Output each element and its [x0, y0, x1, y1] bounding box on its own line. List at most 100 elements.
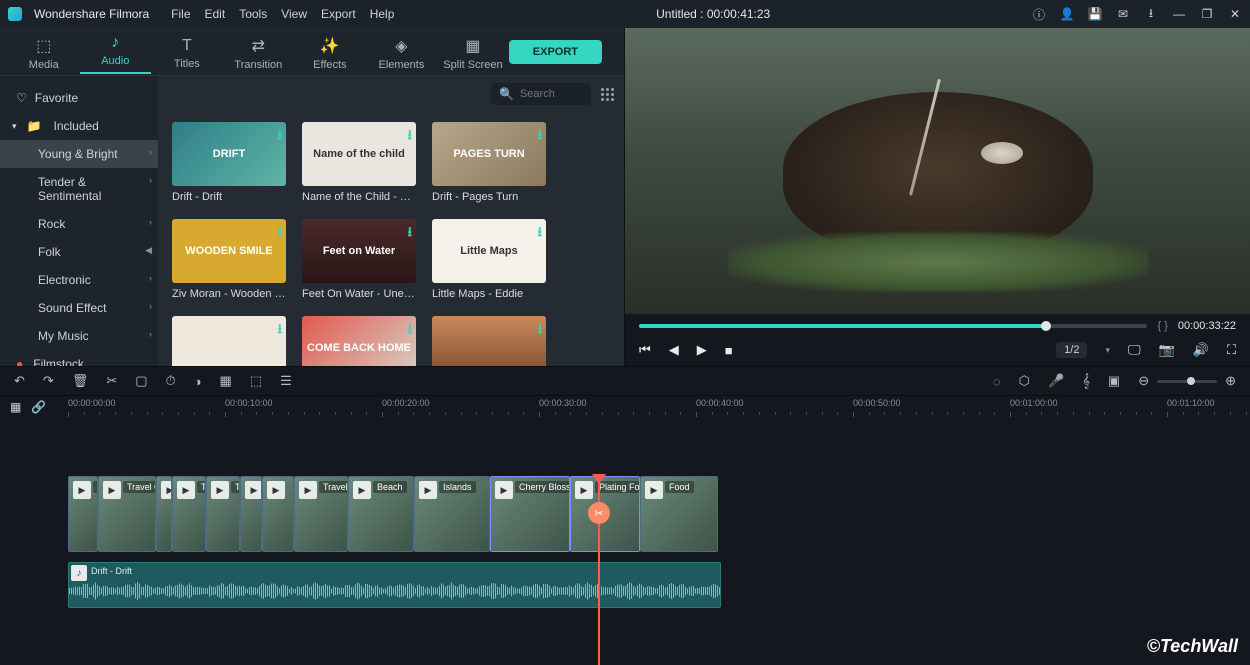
asset-card[interactable]: Name of the child⭳Name of the Child - Mo…	[302, 122, 416, 203]
tab-audio[interactable]: ♪Audio	[80, 30, 152, 74]
step-back-button[interactable]: ◀	[669, 342, 679, 358]
minimize-icon[interactable]: —	[1172, 7, 1186, 21]
fullscreen-icon[interactable]: ⛶	[1227, 342, 1236, 358]
picture-button[interactable]: ▣	[1108, 373, 1120, 389]
asset-card[interactable]: WOODEN SMILE⭳Ziv Moran - Wooden Smi…	[172, 219, 286, 300]
zoom-in-button[interactable]: ⊕	[1225, 373, 1236, 389]
video-clip[interactable]: ▶	[156, 476, 172, 552]
video-clip[interactable]: ▶Tra	[68, 476, 98, 552]
sidebar-item-young-bright[interactable]: Young & Bright›	[0, 140, 158, 168]
mixer-button[interactable]: 𝄞	[1082, 373, 1090, 389]
download-icon[interactable]: ⭳	[277, 223, 282, 245]
preview-scrubber[interactable]	[639, 324, 1147, 328]
volume-icon[interactable]: 🔊	[1193, 342, 1209, 358]
video-clip[interactable]: ▶Tr	[206, 476, 240, 552]
video-clip[interactable]: ▶Tra	[240, 476, 262, 552]
tab-transition[interactable]: ⇄Transition	[223, 32, 295, 71]
snapshot-icon[interactable]: 📷	[1159, 342, 1175, 358]
cut-button[interactable]: ✂	[106, 373, 117, 389]
video-clip[interactable]: ▶	[262, 476, 294, 552]
menu-file[interactable]: File	[171, 7, 190, 21]
video-clip[interactable]: ▶Beach	[348, 476, 414, 552]
search-input[interactable]	[520, 88, 580, 100]
display-icon[interactable]: 🖵	[1128, 342, 1141, 358]
sidebar-filmstock[interactable]: Filmstock	[0, 350, 158, 366]
asset-card[interactable]: ⭳	[172, 316, 286, 366]
asset-card[interactable]: Feet on Water⭳Feet On Water - Unexpec…	[302, 219, 416, 300]
stop-button[interactable]: ■	[725, 343, 733, 358]
tab-split-screen[interactable]: ▦Split Screen	[437, 32, 509, 71]
mail-icon[interactable]: ✉	[1116, 7, 1130, 21]
video-clip[interactable]: ▶Cherry Blossom	[490, 476, 570, 552]
download-icon[interactable]: ⭳	[277, 126, 282, 148]
menu-edit[interactable]: Edit	[205, 7, 226, 21]
sidebar-item-my-music[interactable]: My Music›	[0, 322, 158, 350]
prev-frame-button[interactable]: ⏮	[639, 342, 651, 358]
undo-button[interactable]: ↶	[14, 373, 25, 389]
close-icon[interactable]: ✕	[1228, 7, 1242, 21]
render-button[interactable]: ◌	[993, 374, 1001, 389]
color-button[interactable]: ◑	[194, 374, 202, 389]
greenscreen-button[interactable]: ▦	[220, 373, 232, 389]
info-icon[interactable]: ⓘ	[1032, 6, 1046, 23]
speed-button[interactable]: ⏱	[166, 373, 176, 389]
video-clip[interactable]: ▶Islands	[414, 476, 490, 552]
sidebar-item-folk[interactable]: Folk◀	[0, 238, 158, 266]
sidebar-included[interactable]: 📁Included	[0, 112, 158, 140]
view-grid-icon[interactable]	[601, 88, 614, 101]
menu-view[interactable]: View	[281, 7, 307, 21]
save-icon[interactable]: 💾	[1088, 7, 1102, 21]
download-icon[interactable]: ⭳	[407, 223, 412, 245]
menu-export[interactable]: Export	[321, 7, 356, 21]
download-icon[interactable]: ⭳	[537, 320, 542, 342]
asset-card[interactable]: COME BACK HOME⭳	[302, 316, 416, 366]
playhead[interactable]: ✂	[598, 474, 600, 665]
video-clip[interactable]: ▶Travel 06	[98, 476, 156, 552]
tab-effects[interactable]: ✨Effects	[294, 32, 366, 71]
redo-button[interactable]: ↷	[43, 373, 54, 389]
link-icon[interactable]: 🔗	[31, 400, 46, 414]
tab-elements[interactable]: ◈Elements	[366, 32, 438, 71]
timeline-options-icon[interactable]: ▦	[10, 400, 21, 414]
tab-media[interactable]: ⬚Media	[8, 32, 80, 71]
preview-page[interactable]: 1/2	[1056, 342, 1087, 358]
maximize-icon[interactable]: ❐	[1200, 7, 1214, 21]
search-box[interactable]: 🔍	[491, 83, 591, 105]
timeline-ruler[interactable]: ▦ 🔗 00:00:00:0000:00:10:0000:00:20:0000:…	[0, 396, 1250, 418]
sidebar-favorite[interactable]: Favorite	[0, 84, 158, 112]
sidebar-item-rock[interactable]: Rock›	[0, 210, 158, 238]
download-icon[interactable]: ⭳	[537, 126, 542, 148]
sidebar-item-electronic[interactable]: Electronic›	[0, 266, 158, 294]
user-icon[interactable]: 👤	[1060, 7, 1074, 21]
download-icon[interactable]: ⭳	[537, 223, 542, 245]
asset-card[interactable]: Little Maps⭳Little Maps - Eddie	[432, 219, 546, 300]
menu-help[interactable]: Help	[370, 7, 395, 21]
asset-card[interactable]: DRIFT⭳Drift - Drift	[172, 122, 286, 203]
tab-titles[interactable]: TTitles	[151, 33, 223, 70]
sidebar-item-sound-effect[interactable]: Sound Effect›	[0, 294, 158, 322]
export-button[interactable]: EXPORT	[509, 40, 602, 64]
preview-video[interactable]	[625, 28, 1250, 314]
asset-card[interactable]: ⭳	[432, 316, 546, 366]
play-button[interactable]: ▶	[697, 342, 707, 358]
menu-tools[interactable]: Tools	[239, 7, 267, 21]
delete-button[interactable]: 🗑	[72, 373, 89, 389]
asset-card[interactable]: PAGES TURN⭳Drift - Pages Turn	[432, 122, 546, 203]
audio-clip[interactable]: ♪Drift - Drift	[68, 562, 721, 608]
preview-page-chevron-icon[interactable]: ▾	[1105, 345, 1110, 356]
marker-button[interactable]: ⬡	[1019, 373, 1030, 389]
detach-button[interactable]: ⬚	[250, 373, 262, 389]
download-icon[interactable]: ⭳	[1144, 4, 1158, 25]
sidebar-item-tender-sentimental[interactable]: Tender & Sentimental›	[0, 168, 158, 210]
zoom-out-button[interactable]: ⊖	[1138, 373, 1149, 389]
video-clip[interactable]: ▶Travel 06	[294, 476, 348, 552]
download-icon[interactable]: ⭳	[407, 126, 412, 148]
record-button[interactable]: 🎤	[1048, 373, 1064, 389]
download-icon[interactable]: ⭳	[407, 320, 412, 342]
crop-button[interactable]: ▢	[135, 373, 147, 389]
video-track[interactable]: ▸ 🔓 ◎ ▶Tra▶Travel 06▶▶Tr▶Tr▶Tra▶▶Travel …	[68, 476, 1250, 556]
video-clip[interactable]: ▶Food	[640, 476, 718, 552]
zoom-slider[interactable]	[1157, 380, 1217, 383]
adjust-button[interactable]: ☰	[280, 373, 292, 389]
audio-track[interactable]: ♪ 🔓 🔊 ♪Drift - Drift	[68, 562, 1250, 608]
